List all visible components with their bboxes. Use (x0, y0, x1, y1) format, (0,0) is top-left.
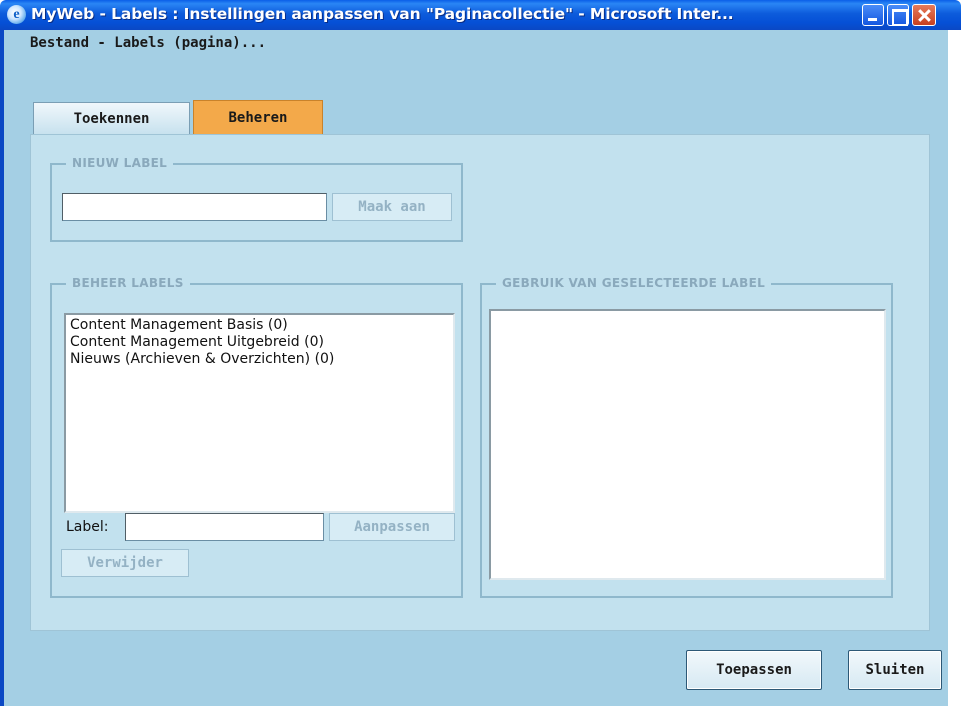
list-item[interactable]: Content Management Basis (0) (70, 317, 449, 334)
labels-listbox[interactable]: Content Management Basis (0) Content Man… (64, 313, 455, 513)
adjust-label-button[interactable]: Aanpassen (329, 513, 455, 541)
new-label-legend: NIEUW LABEL (66, 156, 174, 170)
ie-icon: e (7, 5, 26, 24)
delete-label-button[interactable]: Verwijder (61, 549, 189, 577)
window-edge (948, 30, 961, 706)
window-title: MyWeb - Labels : Instellingen aanpassen … (31, 5, 734, 23)
breadcrumb: Bestand - Labels (pagina)... (30, 35, 267, 51)
list-item[interactable]: Nieuws (Archieven & Overzichten) (0) (70, 351, 449, 368)
maximize-icon[interactable] (887, 4, 909, 26)
create-label-button[interactable]: Maak aan (332, 193, 452, 221)
dialog-window: e MyWeb - Labels : Instellingen aanpasse… (0, 0, 961, 706)
tab-toekennen[interactable]: Toekennen (33, 102, 190, 135)
tab-beheren[interactable]: Beheren (193, 100, 323, 135)
manage-labels-legend: BEHEER LABELS (66, 276, 190, 290)
label-usage-listbox[interactable] (489, 309, 886, 580)
new-label-input[interactable] (62, 193, 327, 221)
label-usage-legend: GEBRUIK VAN GESELECTEERDE LABEL (496, 276, 772, 290)
edit-label-input[interactable] (125, 513, 324, 541)
minimize-icon[interactable] (862, 4, 884, 26)
apply-button[interactable]: Toepassen (686, 650, 822, 690)
label-caption: Label: (66, 519, 109, 535)
title-bar[interactable]: e MyWeb - Labels : Instellingen aanpasse… (0, 0, 961, 30)
close-button[interactable]: Sluiten (848, 650, 942, 690)
list-item[interactable]: Content Management Uitgebreid (0) (70, 334, 449, 351)
close-icon[interactable] (912, 4, 936, 26)
